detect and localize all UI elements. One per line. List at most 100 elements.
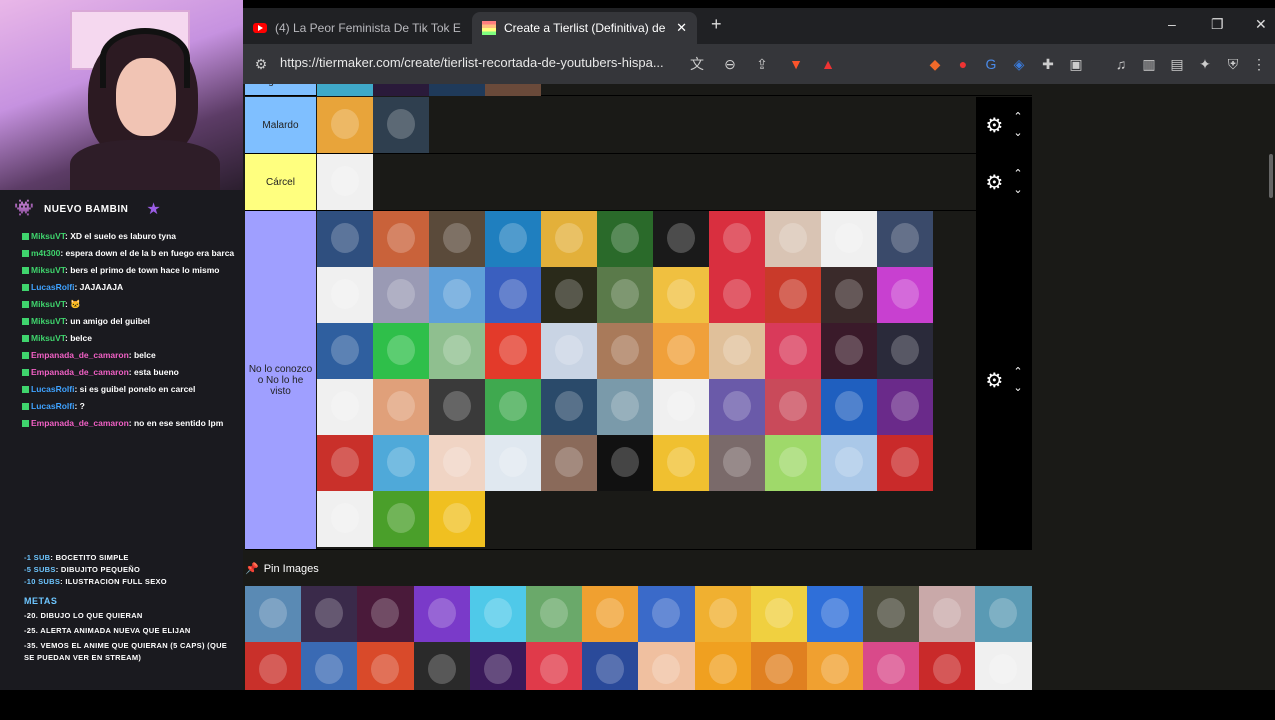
gear-icon[interactable]: ⚙ bbox=[985, 368, 1003, 393]
pool-item-image[interactable] bbox=[806, 586, 864, 642]
metamask-icon[interactable]: ◆ bbox=[927, 56, 943, 72]
brave-shield-icon[interactable]: ▼ bbox=[788, 56, 804, 72]
pool-item-image[interactable] bbox=[638, 586, 695, 642]
tier-item-image[interactable] bbox=[485, 323, 541, 379]
screenshot-icon[interactable]: ▣ bbox=[1068, 56, 1084, 72]
chat-username[interactable]: MiksuVT bbox=[31, 231, 65, 241]
chat-username[interactable]: LucasRolfi bbox=[31, 282, 74, 292]
pool-item-image[interactable] bbox=[638, 642, 695, 690]
pool-item-image[interactable] bbox=[863, 586, 920, 642]
pool-item-image[interactable] bbox=[750, 642, 807, 690]
gear-icon[interactable]: ⚙ bbox=[985, 170, 1003, 195]
pool-item-image[interactable] bbox=[413, 642, 470, 690]
tier-item-image[interactable] bbox=[821, 435, 877, 491]
tier-item-image[interactable] bbox=[709, 267, 765, 323]
url-field[interactable]: https://tiermaker.com/create/tierlist-re… bbox=[280, 55, 664, 70]
tier-item-image[interactable] bbox=[373, 267, 429, 323]
music-icon[interactable]: ♫ bbox=[1113, 56, 1129, 72]
tier-item-image[interactable] bbox=[429, 267, 485, 323]
pool-item-image[interactable] bbox=[975, 586, 1032, 642]
pool-item-image[interactable] bbox=[694, 586, 751, 642]
tier-item-image[interactable] bbox=[317, 97, 373, 153]
tier-item-image[interactable] bbox=[317, 435, 373, 491]
pool-item-image[interactable] bbox=[413, 586, 470, 642]
chat-username[interactable]: Empanada_de_camaron bbox=[31, 418, 129, 428]
chat-username[interactable]: Empanada_de_camaron bbox=[31, 367, 129, 377]
tier-item-image[interactable] bbox=[317, 211, 373, 267]
pool-item-image[interactable] bbox=[919, 642, 976, 690]
tier-item-image[interactable] bbox=[821, 379, 877, 435]
tier-item-image[interactable] bbox=[709, 379, 765, 435]
tier-item-image[interactable] bbox=[317, 379, 373, 435]
chat-username[interactable]: MiksuVT bbox=[31, 316, 65, 326]
chat-username[interactable]: m4t300 bbox=[31, 248, 60, 258]
pool-item-image[interactable] bbox=[525, 586, 583, 642]
zoom-icon[interactable]: ⊖ bbox=[722, 56, 738, 72]
tier-item-image[interactable] bbox=[485, 379, 541, 435]
pool-item-image[interactable] bbox=[694, 642, 751, 690]
tier-item-image[interactable] bbox=[765, 435, 821, 491]
tier-item-image[interactable] bbox=[653, 435, 709, 491]
close-window-button[interactable]: ✕ bbox=[1255, 16, 1267, 33]
sidebar-icon[interactable]: ▥ bbox=[1141, 56, 1157, 72]
tier-item-image[interactable] bbox=[317, 267, 373, 323]
pool-item-image[interactable] bbox=[469, 642, 526, 690]
pool-item-image[interactable] bbox=[975, 642, 1032, 690]
tier-item-image[interactable] bbox=[653, 211, 709, 267]
tier-item-image[interactable] bbox=[821, 323, 877, 379]
tier-label[interactable]: Cárcel bbox=[245, 154, 316, 210]
vpn-icon[interactable]: ⛨ bbox=[1225, 56, 1241, 72]
tier-item-image[interactable] bbox=[373, 435, 429, 491]
translate-icon[interactable]: 文 bbox=[689, 56, 705, 72]
tier-item-image[interactable] bbox=[429, 211, 485, 267]
tier-item-image[interactable] bbox=[653, 323, 709, 379]
chat-username[interactable]: MiksuVT bbox=[31, 299, 65, 309]
share-icon[interactable]: ⇪ bbox=[754, 56, 770, 72]
tier-item-image[interactable] bbox=[597, 435, 653, 491]
tier-item-image[interactable] bbox=[541, 435, 597, 491]
pool-item-image[interactable] bbox=[582, 642, 639, 690]
pool-item-image[interactable] bbox=[245, 642, 302, 690]
tier-label[interactable]: Malardo bbox=[245, 97, 316, 153]
tier-label[interactable]: No lo conozco o No lo he visto bbox=[245, 211, 316, 549]
tier-item-image[interactable] bbox=[765, 211, 821, 267]
wallet-icon[interactable]: ▤ bbox=[1169, 56, 1185, 72]
tier-item-image[interactable] bbox=[373, 211, 429, 267]
tier-item-image[interactable] bbox=[317, 491, 373, 547]
tier-item-image[interactable] bbox=[485, 211, 541, 267]
chevron-up-icon[interactable]: ⌃ bbox=[1013, 364, 1022, 380]
tier-label[interactable]: gusta bbox=[245, 84, 316, 95]
tier-item-image[interactable] bbox=[429, 491, 485, 547]
pool-item-image[interactable] bbox=[525, 642, 583, 690]
chat-username[interactable]: LucasRolfi bbox=[31, 384, 74, 394]
tier-item-image[interactable] bbox=[541, 211, 597, 267]
tier-item-image[interactable] bbox=[485, 267, 541, 323]
tier-item-image[interactable] bbox=[877, 211, 933, 267]
page-scrollbar[interactable] bbox=[1269, 154, 1273, 198]
tier-item-image[interactable] bbox=[373, 323, 429, 379]
tier-item-image[interactable] bbox=[541, 323, 597, 379]
tier-item-image[interactable] bbox=[877, 435, 933, 491]
tab-tiermaker[interactable]: Create a Tierlist (Definitiva) de Yo ✕ bbox=[472, 12, 697, 44]
tier-item-image[interactable] bbox=[541, 267, 597, 323]
tier-item-image[interactable] bbox=[429, 435, 485, 491]
tier-item-image[interactable] bbox=[877, 379, 933, 435]
tier-item-image[interactable] bbox=[317, 323, 373, 379]
tier-item-image[interactable] bbox=[429, 84, 485, 96]
tier-item-image[interactable] bbox=[317, 84, 373, 96]
tier-item-image[interactable] bbox=[877, 323, 933, 379]
tier-item-image[interactable] bbox=[597, 379, 653, 435]
pool-item-image[interactable] bbox=[806, 642, 864, 690]
extension-icon[interactable]: ◈ bbox=[1011, 56, 1027, 72]
tier-item-image[interactable] bbox=[317, 154, 373, 210]
leo-ai-icon[interactable]: ✦ bbox=[1197, 56, 1213, 72]
chat-username[interactable]: MiksuVT bbox=[31, 265, 65, 275]
chevron-down-icon[interactable]: ⌄ bbox=[1013, 182, 1022, 198]
chevron-up-icon[interactable]: ⌃ bbox=[1013, 109, 1022, 125]
menu-icon[interactable]: ⋮ bbox=[1251, 56, 1267, 72]
tier-item-image[interactable] bbox=[373, 379, 429, 435]
minimize-button[interactable]: – bbox=[1168, 16, 1176, 32]
pool-item-image[interactable] bbox=[469, 586, 526, 642]
tier-item-image[interactable] bbox=[429, 379, 485, 435]
chat-username[interactable]: MiksuVT bbox=[31, 333, 65, 343]
